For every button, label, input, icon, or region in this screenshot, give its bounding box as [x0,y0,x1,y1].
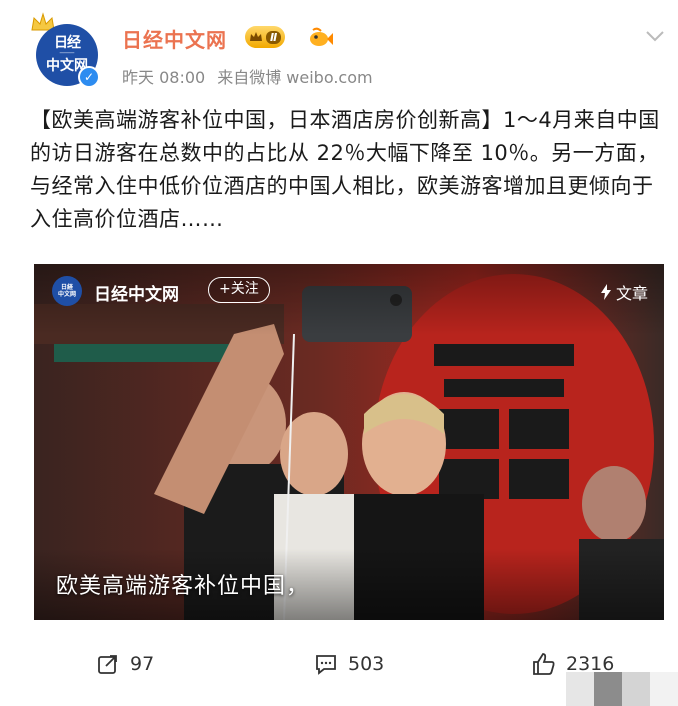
comment-count: 503 [348,653,385,675]
level-label: Ⅱ [266,30,282,44]
comment-icon [316,655,336,675]
crown-mini-icon [250,32,262,41]
thumbs-up-icon [533,653,555,675]
username[interactable]: 日经中文网 [122,24,227,53]
media-account-avatar[interactable]: 日経 中文网 [52,276,82,306]
pixel-mosaic [566,672,678,706]
media-account-name[interactable]: 日经中文网 [94,280,179,305]
verified-icon: ✓ [78,66,100,88]
photo-image [34,264,664,620]
avatar-logo-text: 日经 [54,35,81,51]
repost-button[interactable]: 97 [96,652,154,676]
post-meta: 昨天 08:00 来自微博 weibo.com [122,64,373,88]
post-text: 【欧美高端游客补位中国，日本酒店房价创新高】1～4月来自中国的访日游客在总数中的… [30,104,660,236]
article-tag[interactable]: 文章 [600,280,648,304]
article-label: 文章 [615,284,648,303]
lightning-icon [600,284,611,300]
repost-icon [98,655,117,674]
media-caption: 欧美高端游客补位中国， [56,574,310,599]
level-badge[interactable]: Ⅱ [245,26,285,48]
chevron-down-icon[interactable] [644,28,666,44]
timestamp: 昨天 08:00 [122,68,206,87]
avatar-logo-rule: ──── [59,50,75,57]
follow-button[interactable]: +关注 [208,277,270,303]
post-topic[interactable]: 【欧美高端游客补位中国，日本酒店房价创新高】 [30,108,503,132]
comment-button[interactable]: 503 [314,652,384,676]
media-card[interactable]: 日経 中文网 日经中文网 +关注 文章 欧美高端游客补位中国， [34,264,664,620]
post-source[interactable]: 来自微博 weibo.com [217,64,372,88]
fan-badge-icon[interactable] [308,27,334,49]
avatar[interactable]: 日经 ──── 中文网 ✓ [30,12,110,92]
repost-count: 97 [130,653,155,675]
